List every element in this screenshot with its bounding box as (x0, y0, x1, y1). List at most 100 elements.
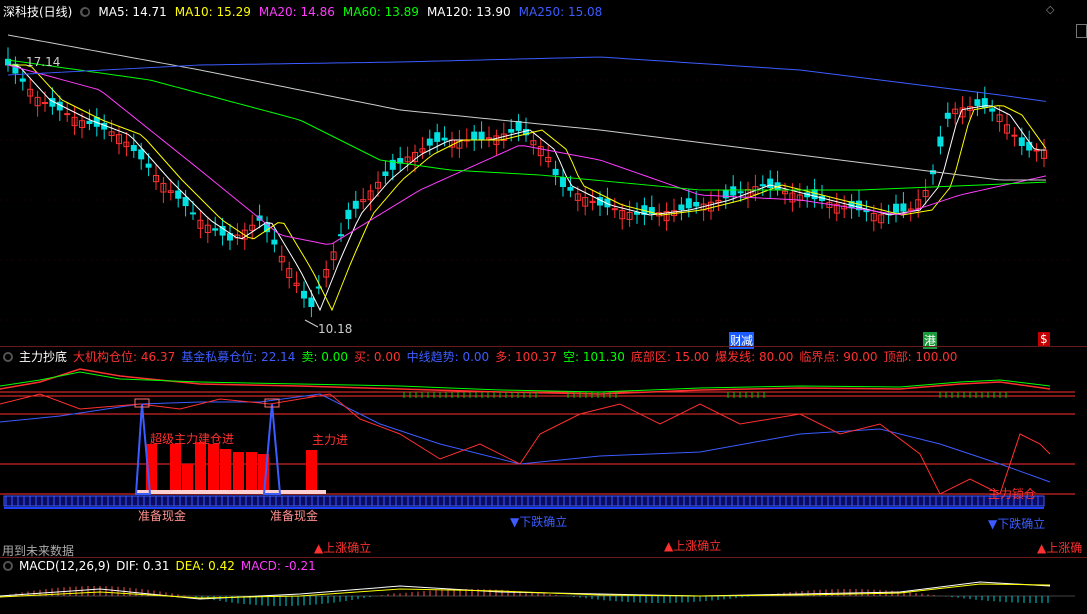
indicator-header: ● 主力抄底 大机构仓位: 46.37 基金私募仓位: 22.14 卖: 0.0… (3, 348, 957, 365)
candle-body (382, 171, 389, 177)
main-force-bar (233, 452, 244, 492)
indicator-name[interactable]: 主力抄底 (19, 348, 67, 365)
annot-cash-1: 准备现金 (138, 509, 187, 523)
annot-up-2: ▲上涨确立 (664, 539, 722, 553)
candle-body (560, 177, 566, 187)
candle-body (426, 138, 433, 146)
candle-body (893, 203, 899, 213)
candle-body (737, 191, 744, 194)
candle-body (900, 203, 907, 212)
candle-body (175, 190, 182, 199)
candle-body (301, 290, 307, 299)
candle-body (1033, 149, 1040, 152)
candle-body (471, 131, 478, 141)
ma60-label: MA60: 13.89 (342, 4, 419, 19)
candle-body (567, 187, 574, 191)
candle-body (441, 137, 448, 141)
macd-settings-icon[interactable]: ● (3, 561, 13, 571)
settings-icon[interactable]: ● (80, 6, 91, 17)
annot-up-3: ▲上涨确 (1037, 541, 1083, 555)
main-force-bar (170, 444, 181, 492)
ma120-label: MA120: 13.90 (426, 4, 511, 19)
pane-divider-2[interactable] (0, 557, 1087, 558)
ind-val-4: 中线趋势: 0.00 (406, 350, 490, 364)
chart-header: 深科技(日线) ● MA5: 14.71 MA10: 15.29 MA20: 1… (3, 3, 602, 20)
candle-body (434, 132, 441, 142)
candle-body (678, 204, 685, 211)
indicator-settings-icon[interactable]: ● (3, 351, 13, 362)
candle-body (767, 178, 774, 189)
candle-body (974, 99, 981, 106)
annot-down-1: ▼下跌确立 (510, 515, 568, 529)
candle-body (1011, 134, 1018, 137)
annot-cash-2: 准备现金 (270, 509, 319, 523)
ind-val-7: 底部区: 15.00 (630, 350, 710, 364)
candle-body (759, 184, 766, 187)
candle-body (308, 297, 315, 307)
candle-body (145, 163, 152, 168)
macd-val: MACD: -0.21 (240, 559, 316, 573)
candle-body (64, 113, 71, 116)
main-force-bar (220, 449, 231, 492)
candle-body (508, 129, 515, 133)
main-force-bar (208, 444, 219, 492)
ind-val-2: 卖: 0.00 (301, 350, 349, 364)
ind-val-3: 买: 0.00 (354, 350, 401, 364)
candle-body (611, 208, 618, 211)
low-pointer (304, 319, 319, 328)
ma5-label: MA5: 14.71 (98, 4, 167, 19)
main-force-bar (306, 450, 317, 492)
marker-dollar[interactable]: $ (1038, 332, 1050, 346)
main-force-bar (182, 464, 193, 492)
high-price-label: 17.14 (26, 55, 61, 69)
annot-main-lock: 主力锁仓 (988, 487, 1037, 501)
candle-body (515, 120, 522, 131)
cash-bar (136, 490, 326, 494)
annot-main-in: 主力进 (312, 433, 349, 447)
ind-val-0: 大机构仓位: 46.37 (73, 350, 176, 364)
candle-body (937, 136, 944, 147)
ma250-label: MA250: 15.08 (518, 4, 603, 19)
candle-body (730, 186, 737, 196)
ma10-label: MA10: 15.29 (174, 4, 251, 19)
candle-body (19, 78, 26, 82)
candle-body (212, 228, 219, 231)
low-price-label: 10.18 (318, 322, 353, 336)
diamond-icon[interactable]: ◇ (1046, 3, 1054, 16)
candle-body (478, 131, 485, 141)
candle-body (130, 145, 137, 152)
ma20-label: MA20: 14.86 (258, 4, 335, 19)
ind-val-9: 临界点: 90.00 (799, 350, 878, 364)
price-chart[interactable] (0, 20, 1075, 345)
ind-val-10: 顶部: 100.00 (883, 350, 958, 364)
candle-body (352, 200, 359, 209)
stock-title[interactable]: 深科技(日线) (3, 3, 72, 20)
main-force-bar (195, 442, 206, 492)
candle-body (182, 197, 189, 207)
ma20-line (7, 64, 1047, 245)
macd-name[interactable]: MACD(12,26,9) (19, 559, 110, 573)
candle-body (42, 102, 48, 104)
candle-body (86, 120, 93, 125)
candle-body (345, 209, 352, 220)
macd-chart[interactable] (0, 574, 1075, 614)
ind-val-6: 空: 101.30 (563, 350, 625, 364)
candle-body (989, 108, 996, 112)
annot-super-main: 超级主力建仓进 (150, 432, 235, 446)
candle-body (685, 198, 692, 209)
annot-up-1: ▲上涨确立 (314, 541, 372, 555)
pane-divider[interactable] (0, 346, 1087, 347)
candle-body (1018, 137, 1025, 147)
ind-val-8: 爆发线: 80.00 (715, 350, 794, 364)
main-force-bar (246, 452, 257, 492)
ind-val-1: 基金私募仓位: 22.14 (181, 350, 296, 364)
candle-body (190, 212, 196, 215)
candle-body (271, 239, 278, 245)
annot-down-2: ▼下跌确立 (988, 517, 1046, 531)
macd-dif: DIF: 0.31 (116, 559, 170, 573)
candle-body (811, 189, 818, 200)
ma120-line (7, 34, 1046, 181)
candle-body (338, 234, 344, 237)
ind-val-5: 多: 100.37 (495, 350, 558, 364)
scroll-icon[interactable] (1076, 24, 1087, 38)
